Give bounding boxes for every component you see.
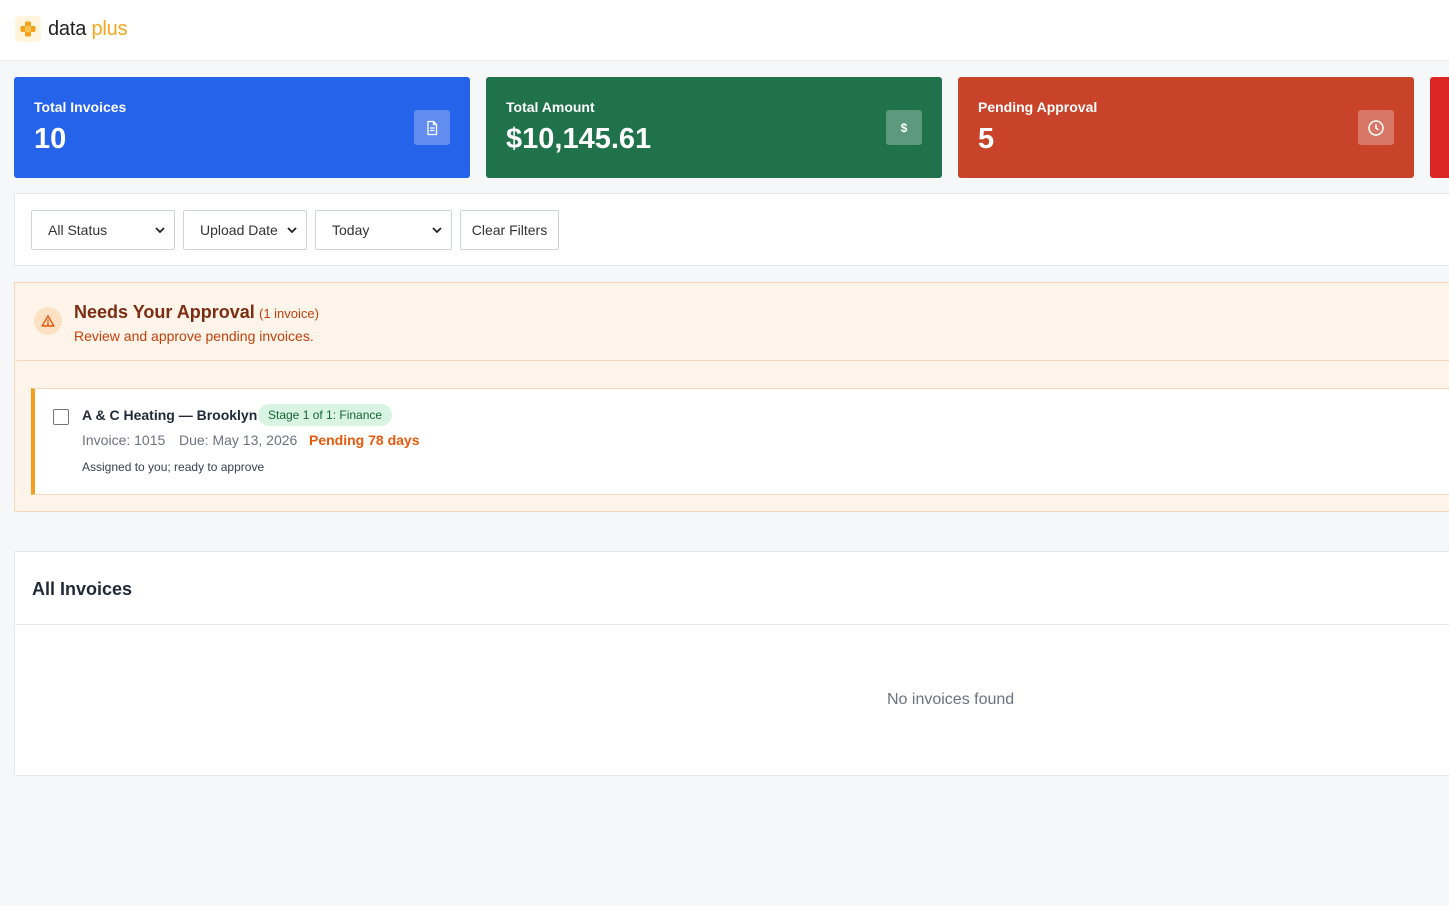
date-field-select[interactable]: Upload Date [183, 210, 307, 250]
all-invoices-panel: All Invoices No invoices found [14, 551, 1449, 776]
total-invoices-card: Total Invoices 10 [14, 77, 470, 178]
warning-icon [34, 307, 62, 335]
approval-invoice-item[interactable]: A & C Heating — Brooklyn Stage 1 of 1: F… [31, 388, 1449, 495]
chevron-down-icon [287, 227, 297, 234]
stage-badge: Stage 1 of 1: Finance [258, 404, 393, 426]
invoice-select-checkbox[interactable] [53, 409, 69, 425]
brand-name: data plus [48, 17, 128, 41]
date-range-select-value: Today [332, 222, 370, 238]
pending-approval-card: Pending Approval 5 [958, 77, 1414, 178]
top-bar: data plus [0, 0, 1449, 61]
filter-bar: All Status Upload Date Today Clear Filte… [14, 193, 1449, 266]
chevron-down-icon [155, 227, 165, 234]
total-invoices-value: 10 [34, 123, 67, 155]
total-amount-label: Total Amount [506, 99, 595, 115]
approval-subtitle: Review and approve pending invoices. [74, 328, 314, 344]
chevron-down-icon [432, 227, 442, 234]
all-invoices-header: All Invoices [15, 552, 1449, 625]
empty-state-message: No invoices found [887, 691, 1015, 708]
total-amount-card: Total Amount $10,145.61 $ [486, 77, 942, 178]
clear-filters-button[interactable]: Clear Filters [460, 210, 559, 250]
pending-approval-value: 5 [978, 123, 995, 155]
approval-panel: Needs Your Approval (1 invoice) Review a… [14, 282, 1449, 512]
invoice-pending-duration: Pending 78 days [309, 432, 420, 448]
plus-logo-icon [15, 16, 41, 42]
date-field-select-value: Upload Date [200, 222, 278, 238]
brand-name-main: data [48, 17, 87, 40]
total-amount-value: $10,145.61 [506, 123, 652, 155]
all-invoices-title: All Invoices [32, 579, 133, 599]
brand-logo[interactable]: data plus [15, 16, 128, 42]
approval-header: Needs Your Approval (1 invoice) Review a… [15, 283, 1449, 361]
status-select[interactable]: All Status [31, 210, 175, 250]
invoice-vendor: A & C Heating — Brooklyn [82, 407, 258, 423]
invoice-due-date: Due: May 13, 2026 [179, 432, 298, 448]
pending-approval-label: Pending Approval [978, 99, 1098, 115]
document-icon [414, 110, 450, 145]
invoice-assignment-note: Assigned to you; ready to approve [82, 460, 265, 474]
approval-title: Needs Your Approval [74, 302, 255, 322]
approval-count: (1 invoice) [259, 306, 319, 321]
brand-name-accent: plus [91, 17, 128, 40]
stat-card-partial [1430, 77, 1449, 178]
clock-icon [1358, 110, 1394, 145]
status-select-value: All Status [48, 222, 108, 238]
invoice-number: Invoice: 1015 [82, 432, 166, 448]
date-range-select[interactable]: Today [315, 210, 452, 250]
total-invoices-label: Total Invoices [34, 99, 127, 115]
dollar-icon: $ [886, 110, 922, 145]
